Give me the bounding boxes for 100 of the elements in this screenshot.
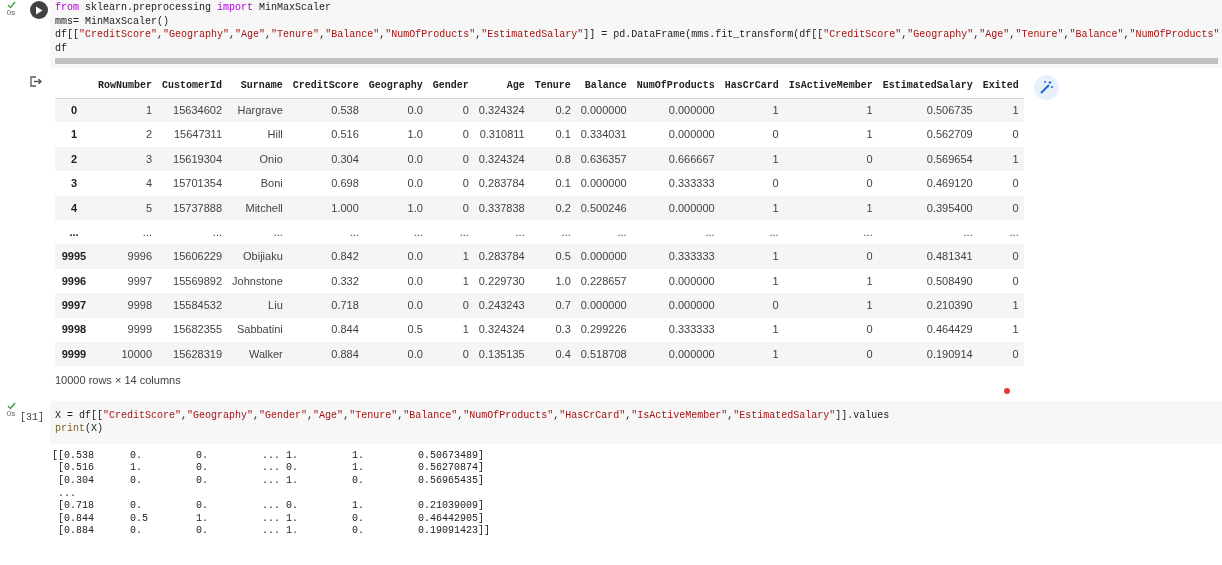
table-cell: 0.0 bbox=[363, 98, 428, 123]
table-cell: 0.5 bbox=[363, 317, 428, 342]
table-cell: 1 bbox=[719, 98, 784, 123]
table-cell: 0.333333 bbox=[631, 317, 720, 342]
table-cell: 0.190914 bbox=[877, 341, 978, 367]
table-cell: 0.2 bbox=[529, 98, 576, 123]
table-cell: 0.506735 bbox=[877, 98, 978, 123]
table-cell: 0 bbox=[427, 341, 474, 367]
table-cell: 0.569654 bbox=[877, 146, 978, 172]
column-header[interactable]: Balance bbox=[575, 73, 632, 98]
table-cell: 1 bbox=[977, 98, 1024, 123]
table-cell: 0.310811 bbox=[473, 122, 530, 147]
column-header[interactable]: Exited bbox=[977, 73, 1024, 98]
column-header[interactable]: CustomerId bbox=[157, 73, 228, 98]
table-cell: 0.666667 bbox=[631, 146, 720, 172]
table-cell: 0.469120 bbox=[877, 171, 978, 196]
table-cell: 15634602 bbox=[157, 98, 228, 123]
table-cell: 0.0 bbox=[363, 244, 428, 269]
table-cell: ... bbox=[287, 219, 364, 245]
table-cell: Mitchell bbox=[227, 195, 288, 220]
column-header[interactable]: CreditScore bbox=[287, 73, 364, 98]
table-cell: 0.844 bbox=[287, 317, 364, 342]
output-text: [[0.538 0. 0. ... 1. 1. 0.50673489] [0.516 1. 0. ... 0. 1. 0.56270874] [0.304 0. 0. ... 1. 0. 0.56965435] ... [0.718 0. 0. ... 0. 1. 0.21039009] [0.844 0.5 1. ... 1. 0. 0.46442905] [0.884 0. 0. ... 1. 0. 0.19091423]] bbox=[51, 448, 491, 538]
column-header[interactable]: Surname bbox=[227, 73, 288, 98]
column-header[interactable]: IsActiveMember bbox=[783, 73, 878, 98]
column-header[interactable]: EstimatedSalary bbox=[877, 73, 978, 98]
table-cell: 0 bbox=[783, 171, 878, 196]
table-cell: 0 bbox=[783, 317, 878, 342]
table-cell: 1.0 bbox=[363, 122, 428, 147]
table-cell: 1 bbox=[783, 293, 878, 318]
table-cell: ... bbox=[157, 219, 228, 245]
table-cell: 0.000000 bbox=[631, 341, 720, 367]
table-cell: 0.636357 bbox=[575, 146, 632, 172]
table-cell: 0.3 bbox=[529, 317, 576, 342]
table-cell: 0 bbox=[427, 146, 474, 172]
table-cell: 0 bbox=[977, 268, 1024, 294]
run-time: 0s bbox=[6, 409, 16, 418]
table-cell: 0.0 bbox=[363, 171, 428, 196]
table-cell: 0.464429 bbox=[877, 317, 978, 342]
table-cell: 1 bbox=[977, 293, 1024, 318]
table-cell: Hill bbox=[227, 122, 288, 147]
column-header[interactable]: Tenure bbox=[529, 73, 576, 98]
horizontal-scrollbar[interactable] bbox=[55, 58, 1218, 64]
table-cell: Boni bbox=[227, 171, 288, 196]
table-cell: 0 bbox=[977, 122, 1024, 147]
column-header[interactable]: Age bbox=[473, 73, 530, 98]
table-cell: 0.000000 bbox=[631, 293, 720, 318]
table-cell: 0.538 bbox=[287, 98, 364, 123]
table-cell: 1 bbox=[783, 98, 878, 123]
table-cell: 9997 bbox=[93, 268, 157, 294]
table-cell: 1 bbox=[783, 195, 878, 220]
row-index: ... bbox=[55, 219, 93, 245]
table-cell: 0 bbox=[719, 122, 784, 147]
run-button[interactable] bbox=[30, 1, 48, 19]
table-cell: 0.0 bbox=[363, 146, 428, 172]
table-cell: 0 bbox=[977, 195, 1024, 220]
column-header[interactable]: Geography bbox=[363, 73, 428, 98]
table-cell: 1 bbox=[719, 317, 784, 342]
column-header[interactable]: RowNumber bbox=[93, 73, 157, 98]
table-cell: ... bbox=[719, 219, 784, 245]
column-header[interactable]: HasCrCard bbox=[719, 73, 784, 98]
code-editor[interactable]: X = df[["CreditScore","Geography","Gender","Age","Tenure","Balance","NumOfProducts","HasCrCard","IsActiveMember","EstimatedSalary"]].values print(X) bbox=[50, 400, 1222, 444]
check-icon bbox=[6, 401, 16, 410]
table-cell: 0.333333 bbox=[631, 244, 720, 269]
table-cell: 0.562709 bbox=[877, 122, 978, 147]
table-cell: 0.304 bbox=[287, 146, 364, 172]
table-cell: 1 bbox=[977, 146, 1024, 172]
table-cell: 0.210390 bbox=[877, 293, 978, 318]
table-cell: 0.4 bbox=[529, 341, 576, 367]
table-cell: 0 bbox=[783, 341, 878, 367]
table-cell: 0.508490 bbox=[877, 268, 978, 294]
table-cell: 1 bbox=[719, 195, 784, 220]
code-editor[interactable] bbox=[50, 0, 1222, 68]
row-index: 9998 bbox=[55, 317, 93, 342]
table-cell: 0.718 bbox=[287, 293, 364, 318]
table-cell: 1 bbox=[719, 341, 784, 367]
table-cell: 4 bbox=[93, 171, 157, 196]
table-cell: ... bbox=[783, 219, 878, 245]
table-cell: 15737888 bbox=[157, 195, 228, 220]
table-cell: 0 bbox=[427, 171, 474, 196]
table-cell: 0.698 bbox=[287, 171, 364, 196]
output-icon[interactable] bbox=[30, 76, 42, 87]
column-header[interactable]: Gender bbox=[427, 73, 474, 98]
table-cell: 0.000000 bbox=[575, 293, 632, 318]
row-index: 2 bbox=[55, 146, 93, 172]
magic-wand-button[interactable] bbox=[1033, 75, 1059, 100]
table-cell: 0 bbox=[427, 98, 474, 123]
table-cell: 0.000000 bbox=[575, 98, 632, 123]
table-cell: 0.481341 bbox=[877, 244, 978, 269]
table-cell: Sabbatini bbox=[227, 317, 288, 342]
table-cell: 0.0 bbox=[363, 293, 428, 318]
table-cell: 1 bbox=[977, 317, 1024, 342]
column-header[interactable]: NumOfProducts bbox=[631, 73, 720, 98]
table-cell: 0.228657 bbox=[575, 268, 632, 294]
table-cell: 0.0 bbox=[363, 268, 428, 294]
table-cell: 1.000 bbox=[287, 195, 364, 220]
code-line: X = df[["CreditScore","Geography","Gender","Age","Tenure","Balance","NumOfProducts","HasCrCard","IsActiveMember","EstimatedSalary"]].values bbox=[55, 408, 891, 423]
row-index: 4 bbox=[55, 195, 93, 220]
table-cell: 0.000000 bbox=[631, 195, 720, 220]
table-cell: 0.333333 bbox=[631, 171, 720, 196]
